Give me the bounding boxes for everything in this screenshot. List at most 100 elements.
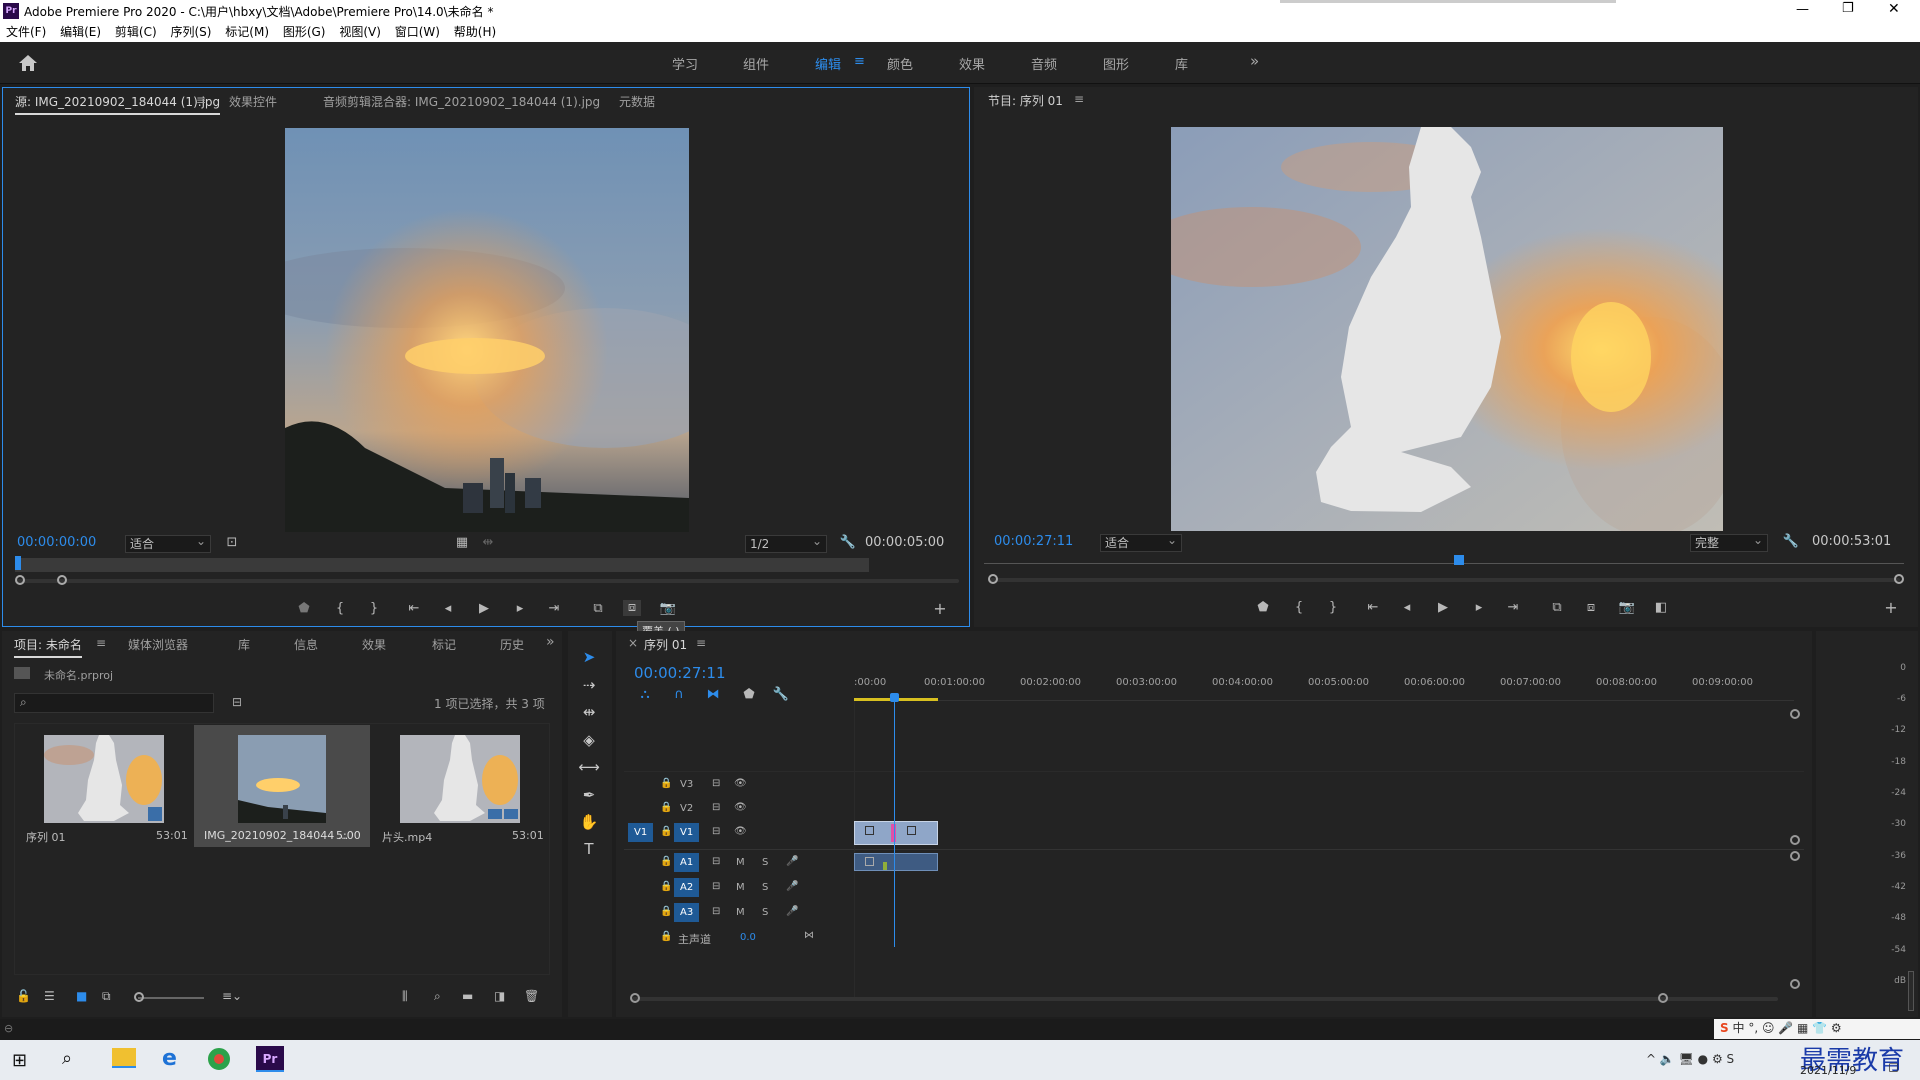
program-add-button-icon[interactable]: +	[1882, 600, 1900, 616]
program-tab-menu-icon[interactable]: ≡	[1074, 92, 1084, 106]
source-fit-dropdown[interactable]: 适合	[125, 533, 211, 553]
type-tool-icon[interactable]: T	[576, 840, 602, 858]
program-zoom-scrollbar[interactable]	[990, 578, 1900, 582]
lock-icon[interactable]: 🔒	[660, 826, 672, 837]
program-video-frame[interactable]	[1171, 127, 1723, 531]
mute-button[interactable]: M	[736, 857, 745, 868]
source-drag-video-icon[interactable]: ▦	[453, 535, 471, 551]
minimize-button[interactable]: —	[1796, 2, 1809, 17]
new-item-icon[interactable]: ◨	[494, 989, 505, 1003]
source-export-frame-icon[interactable]: 📷	[659, 601, 677, 617]
program-mark-in-icon[interactable]: {	[1290, 600, 1308, 616]
vscroll-handle-top[interactable]	[1790, 709, 1800, 719]
tab-source[interactable]: 源: IMG_20210902_184044 (1).jpg	[15, 93, 221, 115]
microphone-icon[interactable]: 🎤	[786, 881, 798, 892]
source-insert-icon[interactable]: ⧉	[589, 601, 607, 617]
tab-effects[interactable]: 效果	[362, 636, 386, 653]
track-label[interactable]: A3	[674, 903, 700, 922]
sort-icon[interactable]: ≡⌄	[222, 989, 242, 1003]
eye-icon[interactable]: 👁	[734, 802, 747, 813]
lock-icon[interactable]: 🔓	[16, 989, 31, 1003]
vscroll-handle-bottom[interactable]	[1790, 979, 1800, 989]
sync-lock-icon[interactable]: ⊟	[712, 906, 720, 917]
workspace-menu-icon[interactable]: ≡	[854, 54, 865, 69]
solo-button[interactable]: S	[762, 907, 768, 918]
track-label[interactable]: V2	[680, 803, 693, 814]
tab-libraries[interactable]: 库	[238, 636, 250, 653]
menu-marker[interactable]: 标记(M)	[225, 22, 269, 42]
source-video-frame[interactable]	[285, 128, 689, 532]
zoom-slider-handle[interactable]	[134, 992, 144, 1002]
new-search-bin-icon[interactable]: ⊟	[232, 695, 242, 709]
solo-button[interactable]: S	[762, 857, 768, 868]
tab-history[interactable]: 历史	[500, 636, 524, 653]
timeline-ruler[interactable]: :00:00 00:01:00:00 00:02:00:00 00:03:00:…	[854, 675, 1794, 701]
menu-view[interactable]: 视图(V)	[339, 22, 381, 42]
linked-selection-icon[interactable]: ⧓	[704, 687, 722, 703]
program-export-frame-icon[interactable]: 📷	[1618, 600, 1636, 616]
program-play-icon[interactable]: ▶	[1434, 600, 1452, 616]
source-go-to-in-icon[interactable]: ⇤	[405, 601, 423, 617]
menu-file[interactable]: 文件(F)	[6, 22, 46, 42]
menu-help[interactable]: 帮助(H)	[454, 22, 496, 42]
source-patch-v1[interactable]: V1	[628, 823, 654, 842]
tab-audio-clip-mixer[interactable]: 音频剪辑混合器: IMG_20210902_184044 (1).jpg	[323, 93, 600, 110]
project-tab-menu-icon[interactable]: ≡	[96, 636, 106, 650]
program-zoom-handle-right[interactable]	[1894, 574, 1904, 584]
menu-graphics[interactable]: 图形(G)	[283, 22, 326, 42]
source-timecode[interactable]: 00:00:00:00	[17, 535, 96, 550]
menu-sequence[interactable]: 序列(S)	[170, 22, 211, 42]
home-icon[interactable]	[18, 54, 38, 72]
sync-lock-icon[interactable]: ⊟	[712, 778, 720, 789]
video-clip-v1[interactable]	[854, 821, 938, 845]
track-label[interactable]: A2	[674, 878, 700, 897]
timeline-playhead-handle[interactable]	[890, 693, 899, 702]
source-drag-audio-icon[interactable]: ⇹	[479, 535, 497, 551]
project-item-sequence[interactable]: 序列 01 53:01	[16, 725, 192, 847]
ripple-edit-tool-icon[interactable]: ⇹	[576, 703, 602, 721]
track-label[interactable]: V3	[680, 779, 693, 790]
program-timecode[interactable]: 00:00:27:11	[994, 534, 1073, 549]
freeform-view-icon[interactable]: ⧉	[102, 989, 111, 1004]
master-go-to-icon[interactable]: ⋈	[804, 930, 814, 941]
tab-metadata[interactable]: 元数据	[619, 93, 655, 110]
mute-button[interactable]: M	[736, 907, 745, 918]
hscroll-handle-right[interactable]	[1658, 993, 1668, 1003]
workspace-learn[interactable]: 学习	[672, 54, 698, 73]
thumbnail-zoom-slider[interactable]	[138, 997, 204, 999]
source-mark-in-icon[interactable]: {	[331, 601, 349, 617]
sync-lock-icon[interactable]: ⊟	[712, 802, 720, 813]
tab-sequence[interactable]: 序列 01	[644, 636, 687, 653]
source-add-marker-icon[interactable]: ⬟	[295, 601, 313, 617]
timeline-playhead[interactable]	[894, 695, 895, 947]
source-step-forward-icon[interactable]: ▸	[511, 601, 529, 617]
workspace-assembly[interactable]: 组件	[743, 54, 769, 73]
source-overwrite-icon[interactable]: ⧈	[623, 600, 641, 616]
microphone-icon[interactable]: 🎤	[786, 856, 798, 867]
menu-window[interactable]: 窗口(W)	[395, 22, 440, 42]
audio-clip-a1[interactable]	[854, 853, 938, 871]
workspace-graphics[interactable]: 图形	[1103, 54, 1129, 73]
tab-markers[interactable]: 标记	[432, 636, 456, 653]
source-add-button-icon[interactable]: +	[931, 601, 949, 617]
source-settings-wrench-icon[interactable]: 🔧	[839, 535, 857, 551]
windows-start-icon[interactable]: ⊞	[12, 1050, 27, 1071]
lock-icon[interactable]: 🔒	[660, 802, 672, 813]
microphone-icon[interactable]: 🎤	[786, 906, 798, 917]
edge-icon[interactable]: e	[162, 1046, 177, 1071]
program-resolution-dropdown[interactable]: 完整	[1690, 532, 1768, 552]
program-time-ruler[interactable]	[984, 563, 1904, 564]
sync-lock-icon[interactable]: ⊟	[712, 856, 720, 867]
program-go-to-out-icon[interactable]: ⇥	[1504, 600, 1522, 616]
source-zoom-handle-right[interactable]	[57, 575, 67, 585]
tab-project[interactable]: 项目: 未命名	[14, 636, 82, 658]
sync-lock-icon[interactable]: ⊟	[712, 881, 720, 892]
workspace-audio[interactable]: 音频	[1031, 54, 1057, 73]
vscroll-handle-mid[interactable]	[1790, 835, 1800, 845]
close-button[interactable]: ✕	[1888, 1, 1900, 17]
program-zoom-handle-left[interactable]	[988, 574, 998, 584]
nest-toggle-icon[interactable]: ⛬	[636, 687, 654, 703]
program-settings-wrench-icon[interactable]: 🔧	[1782, 534, 1800, 550]
track-select-tool-icon[interactable]: ⇢	[576, 676, 602, 694]
find-icon[interactable]: ⌕	[434, 989, 441, 1004]
